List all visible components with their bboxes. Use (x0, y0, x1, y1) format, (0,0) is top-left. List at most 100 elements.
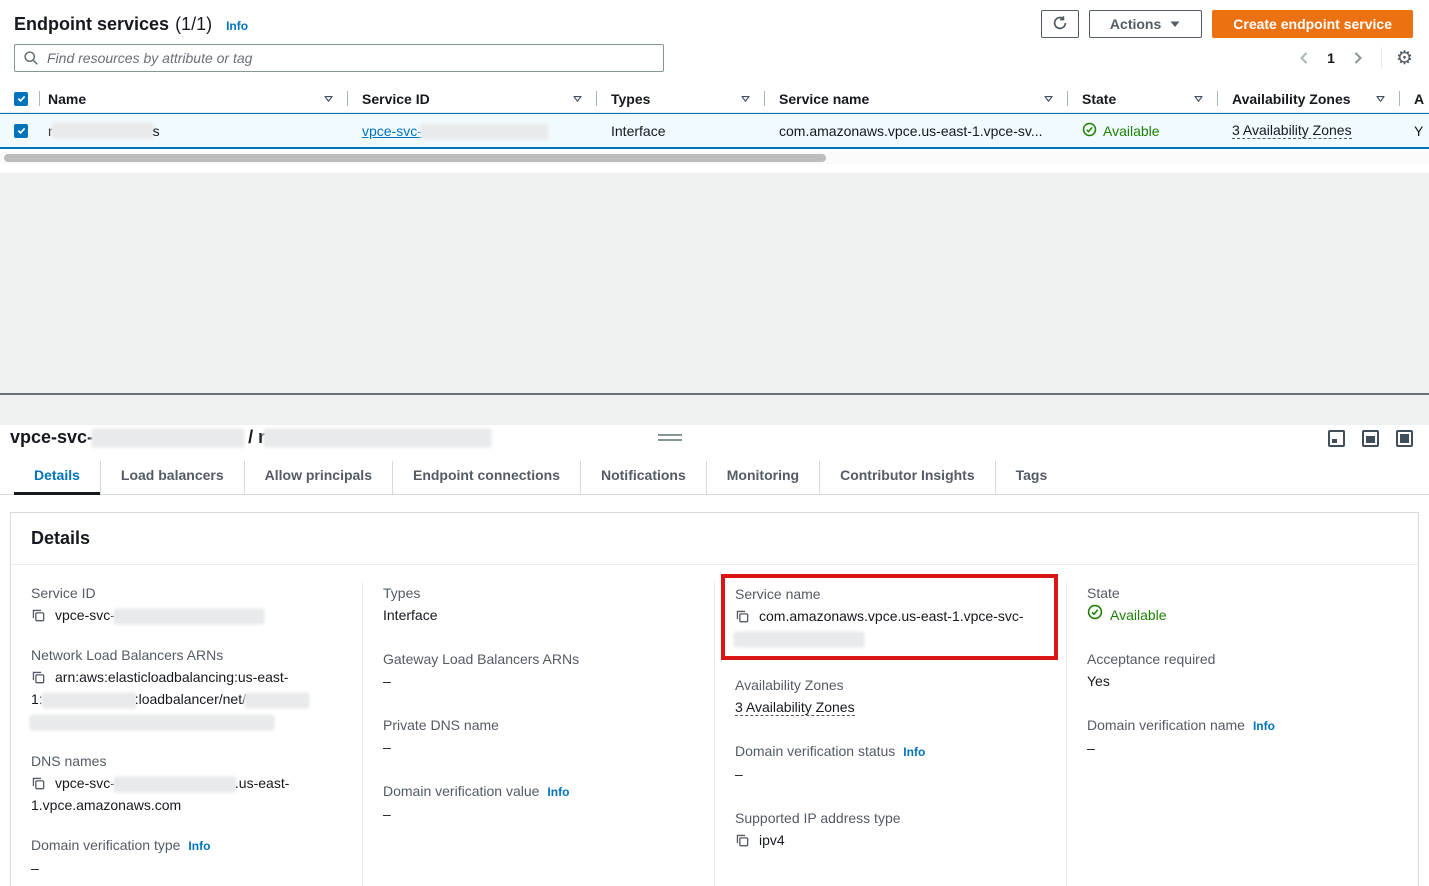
column-header-overflow: A (1400, 85, 1429, 112)
actions-button-label: Actions (1110, 16, 1161, 32)
service-name-highlight-box: Service name com.amazonaws.vpce.us-east-… (721, 574, 1058, 660)
caret-down-icon (1169, 16, 1181, 32)
redacted-text (115, 610, 263, 623)
tab-load-balancers[interactable]: Load balancers (100, 461, 244, 494)
previous-page-button[interactable] (1295, 48, 1313, 68)
field-gateway-lb-arns: Gateway Load Balancers ARNs – (383, 648, 694, 692)
current-page[interactable]: 1 (1327, 50, 1335, 66)
panel-bottom-full-icon[interactable] (1396, 430, 1413, 447)
next-page-button[interactable] (1349, 48, 1367, 68)
column-header-service-name[interactable]: Service name (765, 85, 1068, 112)
info-link[interactable]: Info (1253, 715, 1275, 737)
sort-triangle-icon[interactable] (572, 91, 583, 107)
details-column-2: Types Interface Gateway Load Balancers A… (362, 582, 714, 886)
sort-triangle-icon[interactable] (1043, 91, 1054, 107)
table-row[interactable]: rs vpce-svc- Interface com.amazonaws.vpc… (0, 113, 1429, 149)
copy-icon[interactable] (735, 833, 750, 848)
redacted-text (422, 125, 547, 138)
header-info-link[interactable]: Info (226, 19, 248, 33)
panel-tabs: Details Load balancers Allow principals … (0, 461, 1429, 495)
actions-button[interactable]: Actions (1089, 10, 1202, 38)
tab-allow-principals[interactable]: Allow principals (244, 461, 392, 494)
tab-endpoint-connections[interactable]: Endpoint connections (392, 461, 580, 494)
search-input[interactable] (14, 44, 664, 72)
panel-bottom-small-icon[interactable] (1328, 430, 1345, 447)
search-box (14, 44, 664, 72)
field-domain-verification-type: Domain verification type Info – (31, 834, 342, 879)
field-service-name: Service name com.amazonaws.vpce.us-east-… (735, 583, 1046, 649)
redacted-text (93, 430, 243, 446)
select-all-checkbox[interactable] (14, 92, 28, 106)
split-panel-title: vpce-svc- / r (10, 425, 1429, 449)
field-domain-verification-name: Domain verification name Info – (1087, 714, 1398, 759)
row-availability-zones-cell: 3 Availability Zones (1218, 114, 1400, 147)
field-state: State Available (1087, 582, 1398, 626)
table-toolbar: 1 ⚙ (0, 42, 1429, 72)
resource-count: (1/1) (175, 14, 212, 35)
row-checkbox[interactable] (14, 124, 28, 138)
row-overflow-cell: Y (1400, 114, 1429, 147)
refresh-button[interactable] (1041, 10, 1079, 38)
search-icon (23, 50, 39, 69)
field-domain-verification-value: Domain verification value Info – (383, 780, 694, 825)
horizontal-scrollbar (0, 152, 1429, 164)
panel-bottom-half-icon[interactable] (1362, 430, 1379, 447)
info-link[interactable]: Info (547, 781, 569, 803)
row-select-cell (0, 114, 40, 147)
tab-notifications[interactable]: Notifications (580, 461, 706, 494)
redacted-text (265, 430, 490, 446)
service-id-link[interactable]: vpce-svc- (362, 123, 547, 139)
info-link[interactable]: Info (188, 835, 210, 857)
availability-zones-link[interactable]: 3 Availability Zones (1232, 122, 1352, 139)
details-column-4: State Available Acceptance required Yes … (1066, 582, 1418, 886)
row-types-cell: Interface (597, 114, 765, 147)
endpoint-services-table: Name Service ID Types Service name State… (0, 85, 1429, 164)
column-header-state[interactable]: State (1068, 85, 1218, 112)
column-header-availability-zones[interactable]: Availability Zones (1218, 85, 1400, 112)
details-card: Details Service ID vpce-svc- Network Loa… (10, 512, 1419, 886)
row-service-name-cell: com.amazonaws.vpce.us-east-1.vpce-sv... (765, 114, 1068, 147)
sort-triangle-icon[interactable] (1375, 91, 1386, 107)
tab-details[interactable]: Details (14, 461, 100, 494)
redacted-text (735, 633, 863, 646)
row-service-id-cell: vpce-svc- (348, 114, 597, 147)
sort-triangle-icon[interactable] (740, 91, 751, 107)
sort-triangle-icon[interactable] (323, 91, 334, 107)
column-header-types[interactable]: Types (597, 85, 765, 112)
field-dns-names: DNS names vpce-svc-.us-east- 1.vpce.amaz… (31, 750, 342, 816)
availability-zones-link[interactable]: 3 Availability Zones (735, 699, 855, 716)
redacted-text (246, 694, 308, 707)
redacted-text (53, 124, 153, 137)
row-name-cell: rs (40, 114, 348, 147)
details-heading: Details (31, 528, 1398, 549)
column-header-name[interactable]: Name (40, 85, 348, 112)
copy-icon[interactable] (31, 670, 46, 685)
split-panel: vpce-svc- / r Details Load balancers All… (0, 425, 1429, 886)
create-endpoint-service-button[interactable]: Create endpoint service (1212, 10, 1413, 38)
page-title: Endpoint services (14, 14, 169, 35)
scrollbar-thumb[interactable] (4, 154, 826, 162)
copy-icon[interactable] (31, 608, 46, 623)
field-service-id: Service ID vpce-svc- (31, 582, 342, 626)
empty-background (0, 173, 1429, 393)
select-all-cell (0, 85, 40, 112)
column-header-service-id[interactable]: Service ID (348, 85, 597, 112)
check-circle-icon (1082, 122, 1097, 140)
refresh-icon (1052, 15, 1068, 34)
copy-icon[interactable] (735, 609, 750, 624)
drag-handle-icon[interactable] (658, 434, 682, 444)
tab-monitoring[interactable]: Monitoring (706, 461, 819, 494)
preferences-gear-icon[interactable]: ⚙ (1396, 49, 1413, 68)
sort-triangle-icon[interactable] (1193, 91, 1204, 107)
copy-icon[interactable] (31, 776, 46, 791)
tab-tags[interactable]: Tags (995, 461, 1068, 494)
row-state-cell: Available (1068, 114, 1218, 147)
info-link[interactable]: Info (903, 741, 925, 763)
split-panel-divider[interactable] (0, 393, 1429, 395)
endpoint-services-panel: Endpoint services (1/1) Info Actions Cre… (0, 0, 1429, 173)
redacted-text (115, 778, 235, 791)
details-column-1: Service ID vpce-svc- Network Load Balanc… (11, 582, 362, 886)
field-supported-ip-type: Supported IP address type ipv4 (735, 807, 1046, 851)
page-header: Endpoint services (1/1) Info Actions Cre… (0, 0, 1429, 42)
tab-contributor-insights[interactable]: Contributor Insights (819, 461, 995, 494)
